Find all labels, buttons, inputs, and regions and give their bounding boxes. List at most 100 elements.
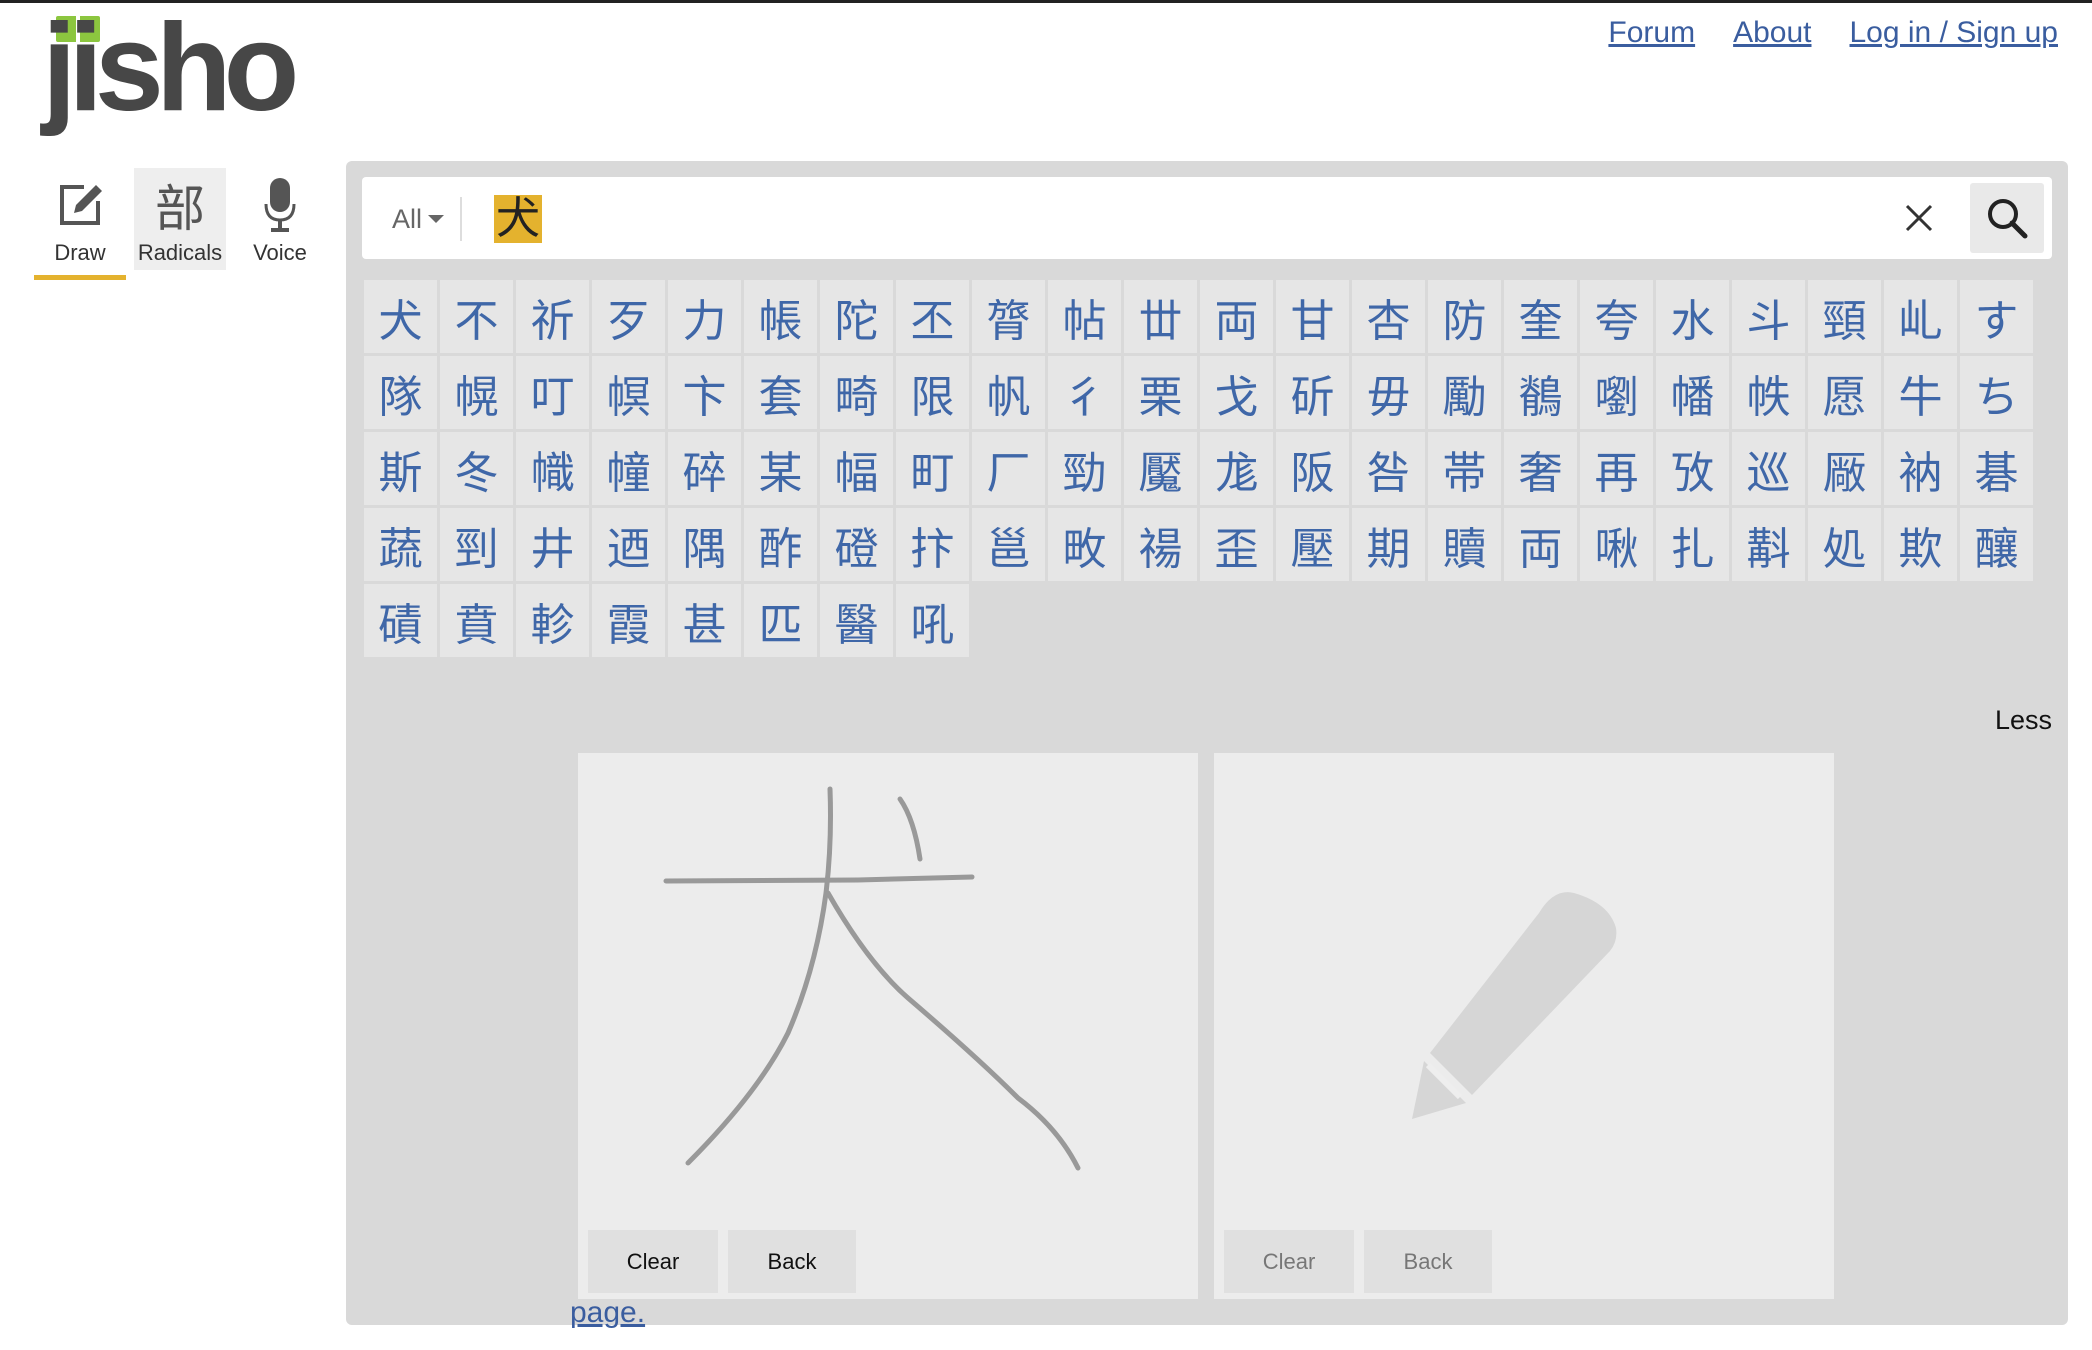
kanji-candidate[interactable]: 愿 — [1808, 356, 1881, 429]
kanji-candidate[interactable]: 畋 — [1048, 508, 1121, 581]
about-link[interactable]: About — [1733, 16, 1811, 50]
kanji-candidate[interactable]: 限 — [896, 356, 969, 429]
kanji-candidate[interactable]: 尨 — [1200, 432, 1273, 505]
kanji-candidate[interactable]: 処 — [1808, 508, 1881, 581]
voice-tab[interactable]: Voice — [234, 168, 326, 270]
kanji-candidate[interactable]: 啾 — [1580, 508, 1653, 581]
kanji-candidate[interactable]: す — [1960, 280, 2033, 353]
kanji-candidate[interactable]: 水 — [1656, 280, 1729, 353]
kanji-candidate[interactable]: 井 — [516, 508, 589, 581]
close-icon[interactable] — [1902, 201, 1936, 235]
kanji-candidate[interactable]: 欺 — [1884, 508, 1957, 581]
clear-drawing-button-secondary[interactable]: Clear — [1224, 1230, 1354, 1293]
kanji-candidate[interactable]: 攷 — [1656, 432, 1729, 505]
kanji-candidate[interactable]: 帙 — [1732, 356, 1805, 429]
kanji-candidate[interactable]: 邕 — [972, 508, 1045, 581]
kanji-candidate[interactable]: 隅 — [668, 508, 741, 581]
kanji-candidate[interactable]: 畸 — [820, 356, 893, 429]
kanji-candidate[interactable]: 鶺 — [1504, 356, 1577, 429]
kanji-candidate[interactable]: 匹 — [744, 584, 817, 657]
draw-canvas-box[interactable]: Clear Back — [578, 753, 1198, 1299]
kanji-candidate[interactable]: 戈 — [1200, 356, 1273, 429]
kanji-candidate[interactable]: 阪 — [1276, 432, 1349, 505]
kanji-candidate[interactable]: 不 — [440, 280, 513, 353]
kanji-candidate[interactable]: 乢 — [1884, 280, 1957, 353]
kanji-candidate[interactable]: 壓 — [1276, 508, 1349, 581]
kanji-candidate[interactable]: 奎 — [1504, 280, 1577, 353]
kanji-candidate[interactable]: 磧 — [364, 584, 437, 657]
kanji-candidate[interactable]: 迺 — [592, 508, 665, 581]
draw-tab[interactable]: Draw — [34, 168, 126, 280]
kanji-candidate[interactable]: 釀 — [1960, 508, 2033, 581]
kanji-candidate[interactable]: 夸 — [1580, 280, 1653, 353]
forum-link[interactable]: Forum — [1608, 16, 1695, 50]
kanji-candidate[interactable]: 抃 — [896, 508, 969, 581]
kanji-candidate[interactable]: 帖 — [1048, 280, 1121, 353]
kanji-candidate[interactable]: 吼 — [896, 584, 969, 657]
handwriting-canvas[interactable] — [578, 753, 1198, 1299]
kanji-candidate[interactable]: 套 — [744, 356, 817, 429]
kanji-candidate[interactable]: 賁 — [440, 584, 513, 657]
kanji-candidate[interactable]: 磴 — [820, 508, 893, 581]
kanji-candidate[interactable]: 甚 — [668, 584, 741, 657]
kanji-candidate[interactable]: 甘 — [1276, 280, 1349, 353]
kanji-candidate[interactable]: 勵 — [1428, 356, 1501, 429]
kanji-candidate[interactable]: 勁 — [1048, 432, 1121, 505]
kanji-candidate[interactable]: 奢 — [1504, 432, 1577, 505]
login-link[interactable]: Log in / Sign up — [1850, 16, 2059, 50]
clear-drawing-button[interactable]: Clear — [588, 1230, 718, 1293]
kanji-candidate[interactable]: 魘 — [1124, 432, 1197, 505]
kanji-candidate[interactable]: 牛 — [1884, 356, 1957, 429]
search-input[interactable]: 犬 — [494, 195, 542, 243]
kanji-candidate[interactable]: 叮 — [516, 356, 589, 429]
kanji-candidate[interactable]: 碎 — [668, 432, 741, 505]
kanji-candidate[interactable]: 帆 — [972, 356, 1045, 429]
kanji-candidate[interactable]: 厰 — [1808, 432, 1881, 505]
kanji-candidate[interactable]: 嚠 — [1580, 356, 1653, 429]
kanji-candidate[interactable]: 頸 — [1808, 280, 1881, 353]
kanji-candidate[interactable]: 期 — [1352, 508, 1425, 581]
kanji-candidate[interactable]: 彳 — [1048, 356, 1121, 429]
kanji-candidate[interactable]: 幟 — [516, 432, 589, 505]
kanji-candidate[interactable]: 帯 — [1428, 432, 1501, 505]
kanji-candidate[interactable]: 防 — [1428, 280, 1501, 353]
kanji-candidate[interactable]: 犬 — [364, 280, 437, 353]
kanji-candidate[interactable]: 歪 — [1200, 508, 1273, 581]
kanji-candidate[interactable]: 両 — [1504, 508, 1577, 581]
kanji-candidate[interactable]: 丗 — [1124, 280, 1197, 353]
kanji-candidate[interactable]: 巡 — [1732, 432, 1805, 505]
kanji-candidate[interactable]: 陀 — [820, 280, 893, 353]
kanji-candidate[interactable]: 某 — [744, 432, 817, 505]
kanji-candidate[interactable]: 軫 — [516, 584, 589, 657]
undo-stroke-button-secondary[interactable]: Back — [1364, 1230, 1492, 1293]
kanji-candidate[interactable]: 町 — [896, 432, 969, 505]
kanji-candidate[interactable]: 碁 — [1960, 432, 2033, 505]
kanji-candidate[interactable]: 隊 — [364, 356, 437, 429]
kanji-candidate[interactable]: 力 — [668, 280, 741, 353]
kanji-candidate[interactable]: 再 — [1580, 432, 1653, 505]
kanji-candidate[interactable]: 丕 — [896, 280, 969, 353]
kanji-candidate[interactable]: 両 — [1200, 280, 1273, 353]
kanji-candidate[interactable]: 剄 — [440, 508, 513, 581]
kanji-candidate[interactable]: 幡 — [1656, 356, 1729, 429]
kanji-candidate[interactable]: 衲 — [1884, 432, 1957, 505]
undo-stroke-button[interactable]: Back — [728, 1230, 856, 1293]
page-link-fragment[interactable]: page. — [570, 1296, 645, 1330]
kanji-candidate[interactable]: 幅 — [820, 432, 893, 505]
kanji-candidate[interactable]: 斠 — [1732, 508, 1805, 581]
kanji-candidate[interactable]: 贖 — [1428, 508, 1501, 581]
search-scope-dropdown[interactable]: All — [376, 197, 462, 241]
kanji-candidate[interactable]: 膂 — [972, 280, 1045, 353]
kanji-candidate[interactable]: 霞 — [592, 584, 665, 657]
kanji-candidate[interactable]: 厂 — [972, 432, 1045, 505]
kanji-candidate[interactable]: 咎 — [1352, 432, 1425, 505]
search-button[interactable] — [1970, 183, 2044, 253]
kanji-candidate[interactable]: 禓 — [1124, 508, 1197, 581]
kanji-candidate[interactable]: ち — [1960, 356, 2033, 429]
kanji-candidate[interactable]: 蔬 — [364, 508, 437, 581]
kanji-candidate[interactable]: 斗 — [1732, 280, 1805, 353]
kanji-candidate[interactable]: 醫 — [820, 584, 893, 657]
kanji-candidate[interactable]: 斯 — [364, 432, 437, 505]
kanji-candidate[interactable]: 祈 — [516, 280, 589, 353]
draw-canvas-box-secondary[interactable]: Clear Back — [1214, 753, 1834, 1299]
